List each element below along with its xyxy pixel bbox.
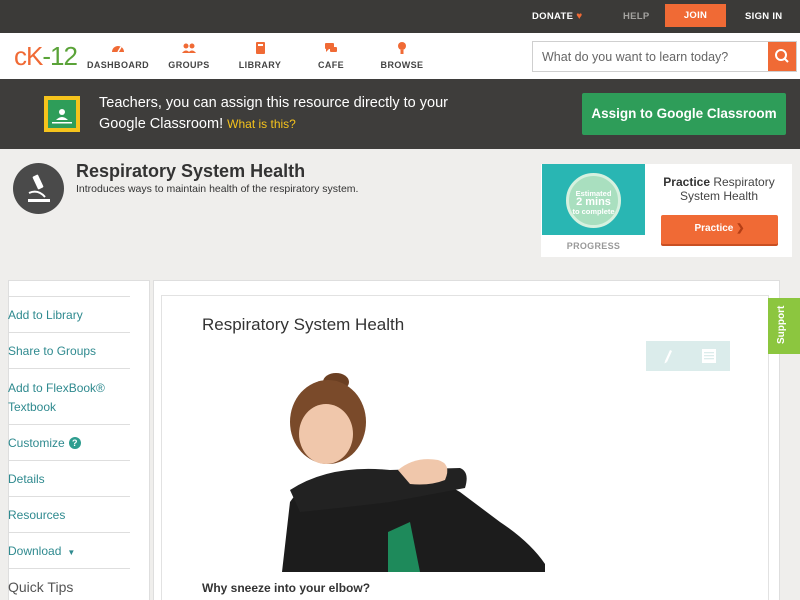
groups-icon [149,39,229,57]
help-icon[interactable]: ? [68,437,81,449]
join-button[interactable]: JOIN [665,4,726,27]
sidebar-item-resources[interactable]: Resources [8,496,130,532]
sneeze-photo [282,373,545,572]
sidebar-item-add-to-flexbook[interactable]: Add to FlexBook® Textbook [8,368,130,424]
what-is-this-link[interactable]: What is this? [227,117,296,131]
progress-label: PROGRESS [566,241,621,251]
dashboard-icon [78,39,158,57]
practice-title: Practice Respiratory System Health [655,175,783,203]
image-caption: Why sneeze into your elbow? [202,581,371,595]
donate-link[interactable]: DONATE ♥ [532,0,582,33]
nav-library[interactable]: LIBRARY [220,39,300,70]
practice-button-label: Practice [694,223,734,234]
logo-ck: cK [14,41,43,71]
annotate-button[interactable] [646,341,688,371]
help-link[interactable]: HELP [623,0,650,33]
logo-12: -12 [42,41,78,71]
sidebar-item-label: Add to FlexBook® Textbook [8,381,105,414]
pencil-icon [664,350,672,364]
nav-groups-label: GROUPS [168,60,210,70]
top-utility-bar: DONATE ♥ HELP JOIN SIGN IN [0,0,800,33]
nav-dashboard-label: DASHBOARD [86,60,150,70]
nav-cafe[interactable]: CAFE [291,39,371,70]
donate-label: DONATE [532,11,574,22]
practice-button[interactable]: Practice ❯ [661,215,778,244]
nav-library-label: LIBRARY [238,60,282,70]
concept-heading: Respiratory System Health [202,315,405,334]
nav-browse[interactable]: BROWSE [362,39,442,70]
sidebar-item-label: Resources [8,508,66,522]
sidebar-item-add-to-library[interactable]: Add to Library [8,296,130,332]
nav-cafe-label: CAFE [317,60,345,70]
browse-icon [362,39,442,57]
search-input[interactable] [533,42,769,71]
cafe-icon [291,39,371,57]
main-header: cK-12 DASHBOARD GROUPS LIBRARY CAFE BROW… [0,33,800,79]
sidebar-item-download[interactable]: Download ▼ [8,532,130,568]
google-classroom-icon [44,96,80,132]
page-title: Respiratory System Health [76,161,306,181]
nav-groups[interactable]: GROUPS [149,39,229,70]
sign-in-link[interactable]: SIGN IN [745,0,782,33]
page-subtitle: Introduces ways to maintain health of th… [76,183,359,195]
search-icon [775,49,789,63]
nav-dashboard[interactable]: DASHBOARD [78,39,158,70]
search-button[interactable] [768,42,796,71]
heart-icon: ♥ [576,11,583,22]
sidebar-item-label: Add to Library [8,308,83,322]
progress-image: Estimated 2 mins to complete [542,164,645,235]
content-tools [646,341,730,371]
sidebar-item-details[interactable]: Details [8,460,130,496]
sidebar-quick-tips[interactable]: Quick Tips [8,568,130,600]
library-icon [220,39,300,57]
notes-button[interactable] [688,341,730,371]
ck12-logo[interactable]: cK-12 [14,41,78,71]
to-complete-label: to complete [572,207,615,216]
estimated-mins: 2 mins [576,196,611,208]
practice-title-bold: Practice [663,175,710,189]
sidebar-item-label: Share to Groups [8,344,97,358]
sidebar-item-label: Download [8,544,62,558]
chevron-right-icon: ❯ [736,223,745,234]
progress-circle: Estimated 2 mins to complete [566,173,621,228]
search-box [532,41,797,72]
sidebar-item-label: Details [8,472,45,486]
support-label: Support [776,305,787,344]
notes-icon [702,349,716,363]
support-tab[interactable]: Support [768,298,800,354]
sidebar-item-customize[interactable]: Customize? [8,424,130,460]
nav-browse-label: BROWSE [380,60,424,70]
caret-down-icon: ▼ [67,548,76,557]
microscope-icon [13,163,64,214]
banner-message: Teachers, you can assign this resource d… [99,93,459,135]
quick-tips-label: Quick Tips [8,579,74,595]
practice-card: Estimated 2 mins to complete PROGRESS Pr… [541,164,792,257]
sidebar-item-share-to-groups[interactable]: Share to Groups [8,332,130,368]
assign-google-classroom-button[interactable]: Assign to Google Classroom [582,93,786,135]
sidebar-item-label: Customize [8,436,65,450]
